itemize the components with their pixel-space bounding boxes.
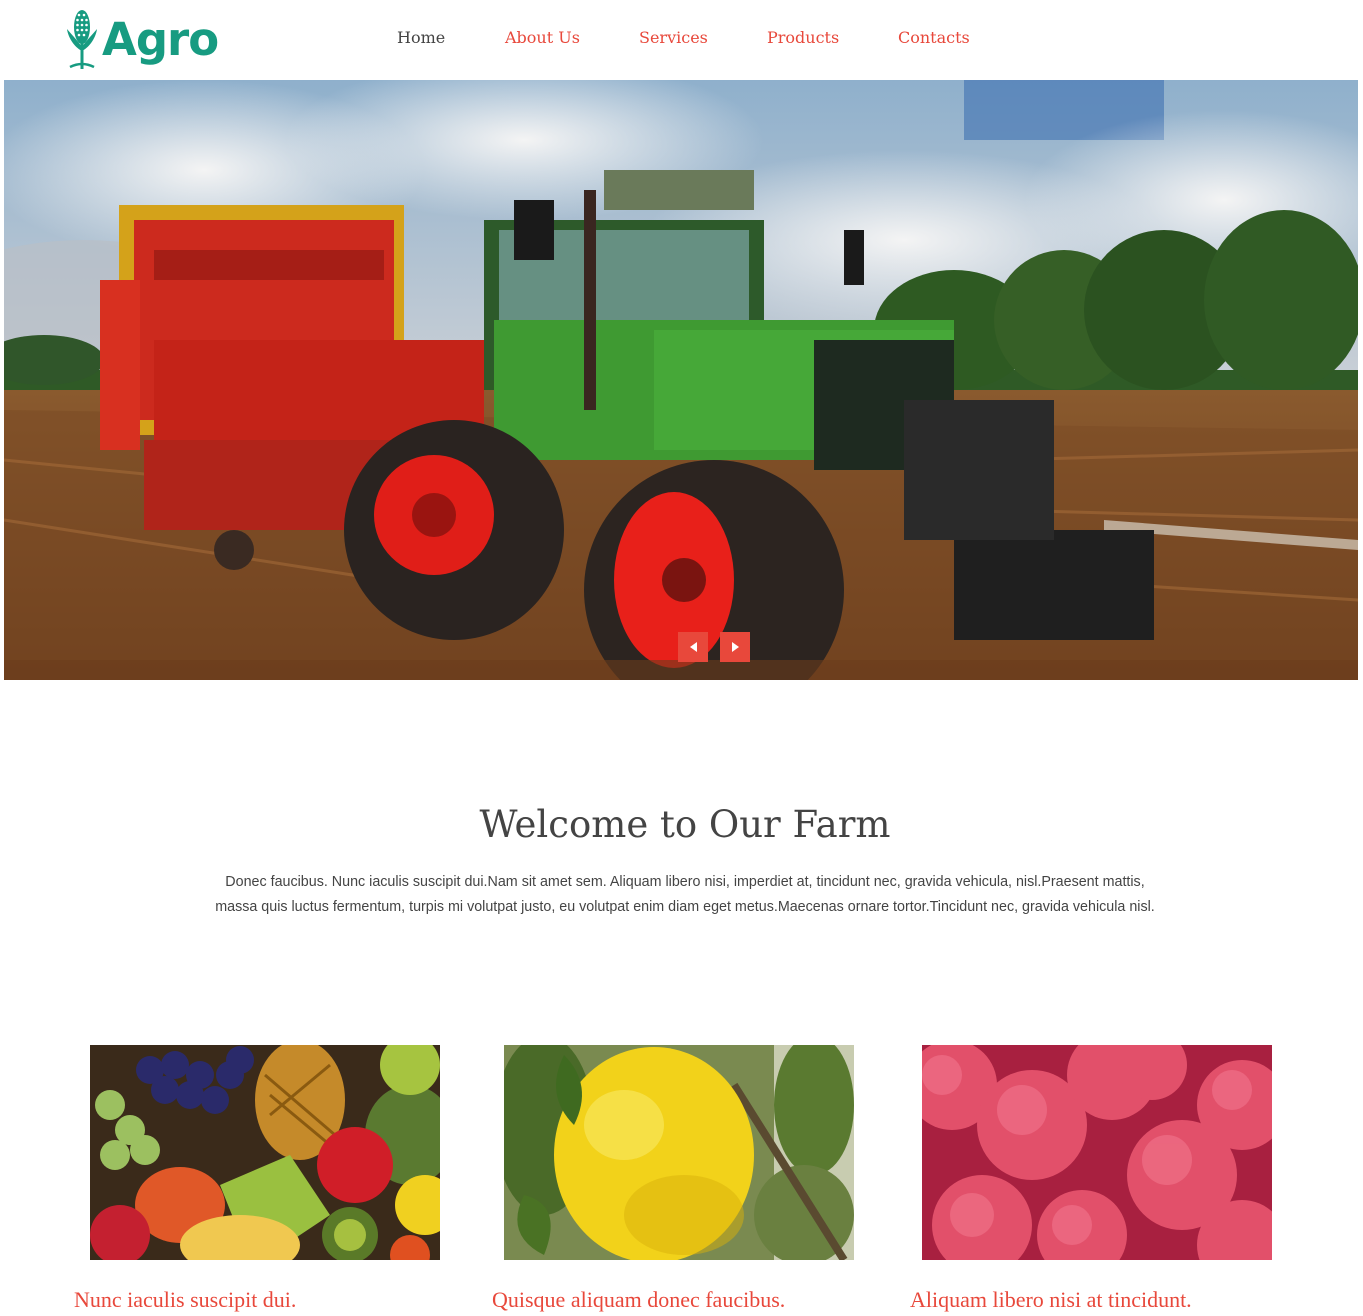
card-title-2[interactable]: Quisque aliquam donec faucibus. <box>492 1287 785 1313</box>
site-header: Agro Home About Us Services Products Con… <box>0 0 1363 80</box>
nav-products[interactable]: Products <box>767 28 839 47</box>
card-image-fruits[interactable] <box>90 1045 440 1260</box>
hero-slider <box>4 80 1358 680</box>
card-image-lychees[interactable] <box>922 1045 1272 1260</box>
card-title-1[interactable]: Nunc iaculis suscipit dui. <box>74 1287 296 1313</box>
nav-contacts[interactable]: Contacts <box>898 28 970 47</box>
welcome-text: Donec faucibus. Nunc iaculis suscipit du… <box>215 874 1155 915</box>
arrow-right-icon <box>731 642 739 652</box>
main-nav: Home About Us Services Products Contacts <box>0 28 1363 52</box>
nav-about-us[interactable]: About Us <box>505 28 580 47</box>
arrow-left-icon <box>689 642 697 652</box>
lychees-photo <box>922 1045 1272 1260</box>
card-title-3[interactable]: Aliquam libero nisi at tincidunt. <box>910 1287 1192 1313</box>
nav-services[interactable]: Services <box>639 28 708 47</box>
hero-image <box>4 80 1358 680</box>
mixed-fruits-photo <box>90 1045 440 1260</box>
slider-prev-button[interactable] <box>678 632 708 662</box>
nav-home[interactable]: Home <box>397 28 445 47</box>
lemon-on-tree-photo <box>504 1045 854 1260</box>
welcome-title: Welcome to Our Farm <box>479 803 891 846</box>
slider-next-button[interactable] <box>720 632 750 662</box>
card-image-lemon[interactable] <box>504 1045 854 1260</box>
